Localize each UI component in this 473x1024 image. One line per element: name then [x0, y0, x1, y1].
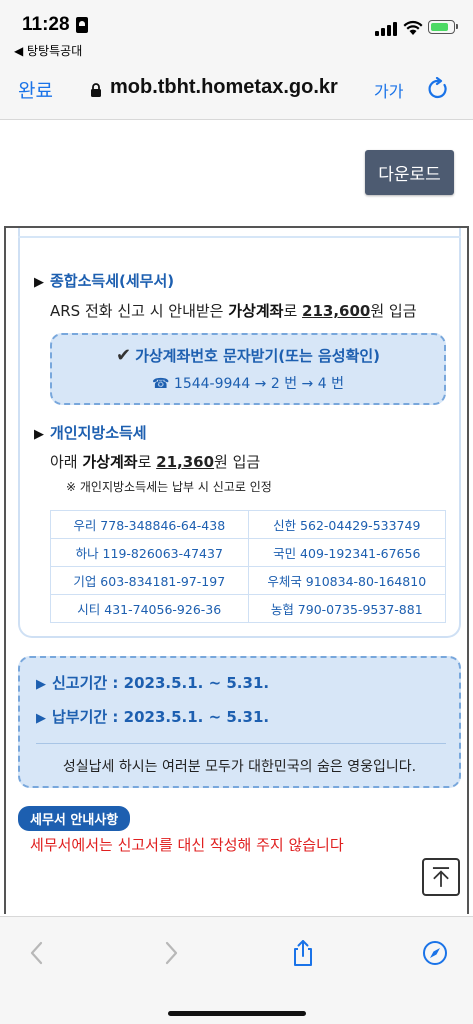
- payment-period: ▶ 납부기간 : 2023.5.1. ~ 5.31.: [36, 708, 270, 726]
- compass-icon[interactable]: [422, 939, 448, 967]
- checkmark-icon: ✔: [115, 345, 132, 366]
- notice-warning-text: 세무서에서는 신고서를 대신 작성해 주지 않습니다: [30, 836, 344, 854]
- income-tax-title: ▶ 종합소득세(세무서): [34, 272, 175, 290]
- table-row: 하나 119-826063-47437 국민 409-192341-67656: [50, 538, 446, 567]
- back-to-app-link[interactable]: ◀ 탕탕특공대: [14, 42, 82, 59]
- browser-bar: 완료 mob.tbht.hometax.go.kr 가가: [0, 62, 473, 120]
- wifi-icon: [403, 20, 423, 35]
- triangle-bullet-icon: ▶: [34, 427, 44, 442]
- bank-accounts-table: 우리 778-348846-64-438 신한 562-04429-533749…: [50, 510, 446, 623]
- bank-account-cell: 농협 790-0735-9537-881: [247, 594, 446, 623]
- scroll-top-icon[interactable]: [422, 858, 460, 896]
- ars-phone-number[interactable]: ☎ 1544-9944 → 2 번 → 4 번: [52, 373, 444, 393]
- browser-toolbar: [0, 916, 473, 1024]
- lock-icon: [91, 83, 101, 97]
- share-icon[interactable]: [290, 939, 316, 967]
- url-text[interactable]: mob.tbht.hometax.go.kr: [110, 76, 338, 99]
- virtual-account-title: ✔ 가상계좌번호 문자받기(또는 음성확인): [115, 345, 381, 366]
- table-row: 기업 603-834181-97-197 우체국 910834-80-16481…: [50, 566, 446, 595]
- income-tax-instruction: ARS 전화 신고 시 안내받은 가상계좌로 213,600원 입금: [50, 302, 417, 320]
- bank-account-cell: 기업 603-834181-97-197: [50, 566, 249, 595]
- forward-arrow-icon[interactable]: [158, 939, 184, 967]
- home-indicator: [168, 1011, 306, 1016]
- done-button[interactable]: 완료: [18, 76, 53, 103]
- status-bar: 11:28 ◀ 탕탕특공대: [0, 0, 473, 62]
- reload-icon[interactable]: [426, 77, 450, 101]
- period-card: ▶ 신고기간 : 2023.5.1. ~ 5.31. ▶ 납부기간 : 2023.5…: [18, 656, 461, 788]
- text-size-button[interactable]: 가가: [374, 78, 403, 102]
- triangle-bullet-icon: ▶: [34, 275, 44, 290]
- bank-account-cell: 신한 562-04429-533749: [247, 510, 446, 539]
- table-row: 우리 778-348846-64-438 신한 562-04429-533749: [50, 510, 446, 539]
- bank-account-cell: 하나 119-826063-47437: [50, 538, 249, 567]
- main-content: ▶ 종합소득세(세무서) ARS 전화 신고 시 안내받은 가상계좌로 213,6…: [4, 228, 469, 914]
- orientation-lock-icon: [76, 17, 88, 33]
- bank-account-cell: 국민 409-192341-67656: [247, 538, 446, 567]
- battery-icon: [428, 20, 458, 34]
- bank-account-cell: 우체국 910834-80-164810: [247, 566, 446, 595]
- table-row: 시티 431-74056-926-36 농협 790-0735-9537-881: [50, 594, 446, 623]
- status-time: 11:28: [22, 14, 70, 35]
- local-tax-title: ▶ 개인지방소득세: [34, 424, 147, 442]
- card-top-line: [18, 236, 461, 238]
- divider: [36, 743, 446, 744]
- triangle-bullet-icon: ▶: [36, 711, 46, 726]
- back-arrow-icon[interactable]: [24, 939, 50, 967]
- notice-badge: 세무서 안내사항: [18, 806, 131, 831]
- signal-icon: [375, 22, 399, 36]
- triangle-bullet-icon: ▶: [36, 677, 46, 692]
- local-tax-note: ※ 개인지방소득세는 납부 시 신고로 인정: [66, 480, 272, 494]
- report-period: ▶ 신고기간 : 2023.5.1. ~ 5.31.: [36, 674, 270, 692]
- download-button[interactable]: 다운로드: [365, 150, 454, 195]
- bank-account-cell: 우리 778-348846-64-438: [50, 510, 249, 539]
- slogan-text: 성실납세 하시는 여러분 모두가 대한민국의 숨은 영웅입니다.: [62, 759, 417, 775]
- virtual-account-box: ✔ 가상계좌번호 문자받기(또는 음성확인) ☎ 1544-9944 → 2 번 …: [50, 333, 446, 405]
- bank-account-cell: 시티 431-74056-926-36: [50, 594, 249, 623]
- local-tax-instruction: 아래 가상계좌로 21,360원 입금: [50, 453, 261, 471]
